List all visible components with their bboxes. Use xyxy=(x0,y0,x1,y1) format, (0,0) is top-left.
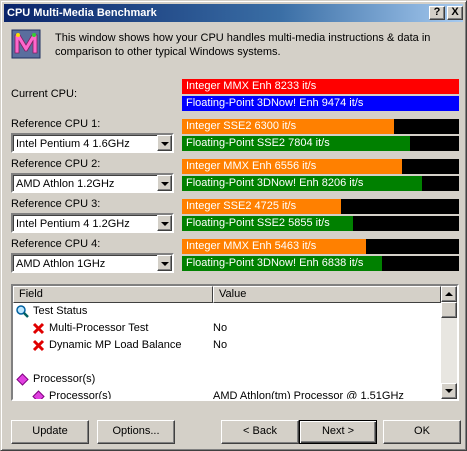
results-listview[interactable]: Field Value Test Status Multi-Processor T… xyxy=(11,284,459,401)
list-item[interactable]: Dynamic MP Load Balance No xyxy=(13,337,441,354)
list-item-field: Test Status xyxy=(33,305,88,317)
cpu-row-label: Reference CPU 2: xyxy=(11,158,101,170)
reference-cpu-select[interactable]: AMD Athlon 1.2GHz xyxy=(11,173,174,193)
list-item-field: Dynamic MP Load Balance xyxy=(49,339,182,351)
score-bar-label: Integer SSE2 4725 it/s xyxy=(186,200,297,212)
scroll-thumb[interactable] xyxy=(441,302,457,318)
title-bar: CPU Multi-Media Benchmark ? X xyxy=(4,4,463,22)
score-bar-label: Integer SSE2 6300 it/s xyxy=(186,120,297,132)
list-item-value: No xyxy=(213,339,228,351)
score-bar-label: Floating-Point SSE2 7804 it/s xyxy=(186,137,330,149)
list-item-field: Multi-Processor Test xyxy=(49,322,149,334)
pink-diamond-icon xyxy=(32,390,45,399)
score-bar-label: Integer MMX Enh 5463 it/s xyxy=(186,240,317,252)
cpu-row-label: Reference CPU 1: xyxy=(11,118,101,130)
ok-button[interactable]: OK xyxy=(383,420,461,444)
floating-point-score-bar: Floating-Point SSE2 7804 it/s xyxy=(182,136,459,151)
floating-point-score-bar: Floating-Point 3DNow! Enh 8206 it/s xyxy=(182,176,459,191)
window-title: CPU Multi-Media Benchmark xyxy=(7,7,157,19)
reference-cpu-select-value: Intel Pentium 4 1.6GHz xyxy=(16,138,130,150)
cpu-row-label: Current CPU: xyxy=(11,88,78,100)
vertical-scrollbar[interactable] xyxy=(441,286,457,399)
score-bar-label: Floating-Point 3DNow! Enh 9474 it/s xyxy=(186,97,364,109)
integer-score-bar: Integer MMX Enh 5463 it/s xyxy=(182,239,459,254)
column-header-value[interactable]: Value xyxy=(213,286,441,303)
pink-diamond-icon xyxy=(16,373,29,386)
list-item-field: Processor(s) xyxy=(33,373,96,385)
cpu-row-label: Reference CPU 4: xyxy=(11,238,101,250)
score-bar-label: Integer MMX Enh 8233 it/s xyxy=(186,80,317,92)
back-button[interactable]: < Back xyxy=(221,420,299,444)
column-header-field[interactable]: Field xyxy=(13,286,213,303)
list-item[interactable]: Test Status xyxy=(13,303,441,320)
score-bar-label: Floating-Point SSE2 5855 it/s xyxy=(186,217,330,229)
integer-score-bar: Integer SSE2 6300 it/s xyxy=(182,119,459,134)
reference-cpu-select-value: AMD Athlon 1.2GHz xyxy=(16,178,115,190)
reference-cpu-select-value: AMD Athlon 1GHz xyxy=(16,258,106,270)
list-item-value: AMD Athlon(tm) Processor @ 1.51GHz xyxy=(213,390,404,401)
chevron-down-icon[interactable] xyxy=(157,135,172,151)
scroll-up-button[interactable] xyxy=(441,286,457,302)
list-item[interactable] xyxy=(13,354,441,371)
next-button[interactable]: Next > xyxy=(299,420,377,444)
update-button[interactable]: Update xyxy=(11,420,89,444)
chevron-down-icon[interactable] xyxy=(157,215,172,231)
floating-point-score-bar: Floating-Point SSE2 5855 it/s xyxy=(182,216,459,231)
floating-point-score-bar: Floating-Point 3DNow! Enh 9474 it/s xyxy=(182,96,459,111)
list-item[interactable]: Processor(s) xyxy=(13,371,441,388)
list-item-value: No xyxy=(213,322,228,334)
close-button[interactable]: X xyxy=(447,6,463,20)
red-x-icon xyxy=(32,339,45,352)
reference-cpu-select-value: Intel Pentium 4 1.2GHz xyxy=(16,218,130,230)
integer-score-bar: Integer SSE2 4725 it/s xyxy=(182,199,459,214)
integer-score-bar: Integer MMX Enh 6556 it/s xyxy=(182,159,459,174)
score-bar-label: Integer MMX Enh 6556 it/s xyxy=(186,160,317,172)
integer-score-bar: Integer MMX Enh 8233 it/s xyxy=(182,79,459,94)
red-x-icon xyxy=(32,322,45,335)
magnifier-icon xyxy=(16,305,29,318)
list-item-field: Processor(s) xyxy=(49,390,112,401)
multimedia-m-icon xyxy=(11,29,41,59)
benchmark-window: CPU Multi-Media Benchmark ? X This windo… xyxy=(0,0,467,451)
reference-cpu-select[interactable]: AMD Athlon 1GHz xyxy=(11,253,174,273)
list-item[interactable]: Multi-Processor Test No xyxy=(13,320,441,337)
chevron-down-icon[interactable] xyxy=(157,255,172,271)
help-button[interactable]: ? xyxy=(429,6,445,20)
options-button[interactable]: Options... xyxy=(97,420,175,444)
floating-point-score-bar: Floating-Point 3DNow! Enh 6838 it/s xyxy=(182,256,459,271)
reference-cpu-select[interactable]: Intel Pentium 4 1.6GHz xyxy=(11,133,174,153)
reference-cpu-select[interactable]: Intel Pentium 4 1.2GHz xyxy=(11,213,174,233)
list-item[interactable]: Processor(s) AMD Athlon(tm) Processor @ 1… xyxy=(13,388,441,401)
cpu-row-label: Reference CPU 3: xyxy=(11,198,101,210)
scroll-down-button[interactable] xyxy=(441,383,457,399)
chevron-down-icon[interactable] xyxy=(157,175,172,191)
score-bar-label: Floating-Point 3DNow! Enh 6838 it/s xyxy=(186,257,364,269)
header-description: This window shows how your CPU handles m… xyxy=(55,32,431,58)
score-bar-label: Floating-Point 3DNow! Enh 8206 it/s xyxy=(186,177,364,189)
